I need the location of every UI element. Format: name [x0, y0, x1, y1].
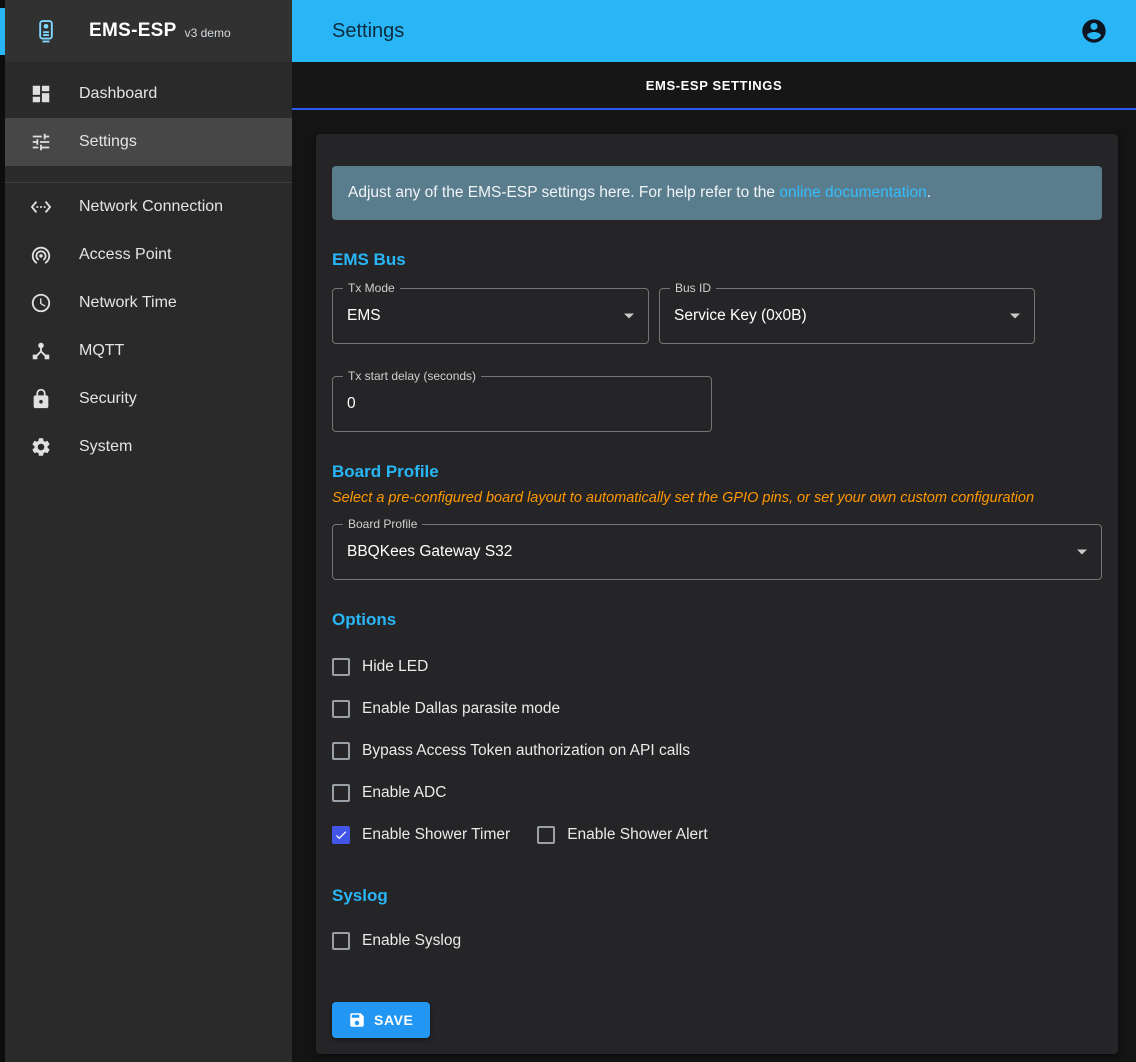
checkbox-bypass-token[interactable]: Bypass Access Token authorization on API…	[332, 742, 690, 760]
topbar: Settings	[292, 0, 1136, 62]
save-icon	[348, 1011, 366, 1029]
wifi-tethering-icon	[29, 243, 53, 267]
sidebar-item-label: Access Point	[79, 246, 171, 264]
section-title-syslog: Syslog	[332, 886, 1102, 906]
tx-mode-label: Tx Mode	[343, 281, 400, 295]
checkbox-label: Enable Dallas parasite mode	[362, 700, 560, 718]
gear-icon	[29, 435, 53, 459]
checkbox-label: Enable Shower Timer	[362, 826, 510, 844]
tune-icon	[29, 130, 53, 154]
checkbox-box[interactable]	[332, 700, 350, 718]
bus-id-label: Bus ID	[670, 281, 716, 295]
checkbox-shower-alert[interactable]: Enable Shower Alert	[537, 826, 707, 844]
lock-icon	[29, 387, 53, 411]
sidebar-item-label: Settings	[79, 133, 137, 151]
save-button-label: SAVE	[374, 1012, 414, 1028]
checkbox-row: Enable Dallas parasite mode	[332, 688, 1102, 730]
checkbox-enable-syslog[interactable]: Enable Syslog	[332, 932, 461, 950]
tx-delay-value: 0	[333, 377, 711, 431]
sidebar-item-access-point[interactable]: Access Point	[5, 231, 292, 279]
section-title-ems-bus: EMS Bus	[332, 250, 1102, 270]
banner-text-after: .	[927, 184, 931, 201]
checkbox-box[interactable]	[332, 784, 350, 802]
sidebar-item-label: Security	[79, 390, 137, 408]
info-banner: Adjust any of the EMS-ESP settings here.…	[332, 166, 1102, 220]
tx-delay-input[interactable]: Tx start delay (seconds) 0	[332, 376, 712, 432]
sidebar-item-dashboard[interactable]: Dashboard	[5, 70, 292, 118]
checkbox-box[interactable]	[332, 742, 350, 760]
page-title: Settings	[332, 20, 404, 43]
sidebar-item-security[interactable]: Security	[5, 375, 292, 423]
checkbox-label: Bypass Access Token authorization on API…	[362, 742, 690, 760]
tabbar: EMS-ESP SETTINGS	[292, 62, 1136, 110]
board-profile-hint: Select a pre-configured board layout to …	[332, 490, 1102, 506]
sidebar-item-label: Network Connection	[79, 198, 223, 216]
section-title-options: Options	[332, 610, 1102, 630]
checkbox-label: Enable Shower Alert	[567, 826, 707, 844]
tab-ems-esp-settings[interactable]: EMS-ESP SETTINGS	[646, 78, 783, 93]
sidebar-item-label: Dashboard	[79, 85, 157, 103]
brand-title: EMS-ESP	[89, 20, 177, 42]
sidebar-item-network-connection[interactable]: Network Connection	[5, 183, 292, 231]
ethernet-icon	[29, 195, 53, 219]
sidebar: EMS-ESP v3 demo Dashboard Settings Netwo…	[5, 0, 292, 1062]
section-title-board-profile: Board Profile	[332, 462, 1102, 482]
device-hub-icon	[29, 339, 53, 363]
board-profile-value: BBQKees Gateway S32	[333, 525, 1101, 579]
sidebar-item-mqtt[interactable]: MQTT	[5, 327, 292, 375]
board-profile-label: Board Profile	[343, 517, 422, 531]
chevron-down-icon	[1077, 550, 1087, 555]
sidebar-item-label: MQTT	[79, 342, 124, 360]
account-circle-icon[interactable]	[1080, 17, 1108, 45]
bus-id-select[interactable]: Bus ID Service Key (0x0B)	[659, 288, 1035, 344]
sidebar-nav: Dashboard Settings Network Connection Ac…	[5, 62, 292, 471]
sidebar-item-system[interactable]: System	[5, 423, 292, 471]
checkbox-row: Bypass Access Token authorization on API…	[332, 730, 1102, 772]
checkbox-box[interactable]	[537, 826, 555, 844]
chevron-down-icon	[624, 314, 634, 319]
chevron-down-icon	[1010, 314, 1020, 319]
checkbox-row: Enable Shower Timer Enable Shower Alert	[332, 814, 1102, 856]
checkbox-box[interactable]	[332, 826, 350, 844]
checkbox-box[interactable]	[332, 658, 350, 676]
tx-mode-value: EMS	[333, 289, 648, 343]
checkbox-label: Hide LED	[362, 658, 428, 676]
checkbox-row: Enable Syslog	[332, 920, 1102, 962]
banner-text: Adjust any of the EMS-ESP settings here.…	[348, 184, 779, 201]
dashboard-icon	[29, 82, 53, 106]
checkbox-row: Enable ADC	[332, 772, 1102, 814]
checkbox-hide-led[interactable]: Hide LED	[332, 658, 428, 676]
board-profile-select[interactable]: Board Profile BBQKees Gateway S32	[332, 524, 1102, 580]
tx-delay-label: Tx start delay (seconds)	[343, 369, 481, 383]
bus-id-value: Service Key (0x0B)	[660, 289, 1034, 343]
ems-bus-field-row: Tx Mode EMS Bus ID Service Key (0x0B)	[332, 288, 1102, 344]
checkbox-enable-adc[interactable]: Enable ADC	[332, 784, 446, 802]
sidebar-item-settings[interactable]: Settings	[5, 118, 292, 166]
edge-accent	[0, 8, 5, 55]
save-button[interactable]: SAVE	[332, 1002, 430, 1038]
brand: EMS-ESP v3 demo	[5, 0, 292, 62]
brand-version: v3 demo	[185, 23, 231, 40]
sidebar-item-network-time[interactable]: Network Time	[5, 279, 292, 327]
sidebar-item-label: System	[79, 438, 132, 456]
settings-card: Adjust any of the EMS-ESP settings here.…	[316, 134, 1118, 1054]
tx-mode-select[interactable]: Tx Mode EMS	[332, 288, 649, 344]
main-column: Settings EMS-ESP SETTINGS Adjust any of …	[292, 0, 1136, 1062]
content-area: Adjust any of the EMS-ESP settings here.…	[292, 110, 1136, 1062]
checkbox-label: Enable ADC	[362, 784, 446, 802]
checkbox-dallas-parasite[interactable]: Enable Dallas parasite mode	[332, 700, 560, 718]
online-documentation-link[interactable]: online documentation	[779, 184, 926, 201]
checkbox-box[interactable]	[332, 932, 350, 950]
app-logo-icon	[31, 16, 61, 46]
checkbox-shower-timer[interactable]: Enable Shower Timer	[332, 826, 510, 844]
edge-strip	[0, 0, 5, 1062]
sidebar-item-label: Network Time	[79, 294, 177, 312]
checkbox-row: Hide LED	[332, 646, 1102, 688]
options-checkbox-list: Hide LED Enable Dallas parasite mode	[332, 646, 1102, 856]
clock-icon	[29, 291, 53, 315]
checkbox-label: Enable Syslog	[362, 932, 461, 950]
